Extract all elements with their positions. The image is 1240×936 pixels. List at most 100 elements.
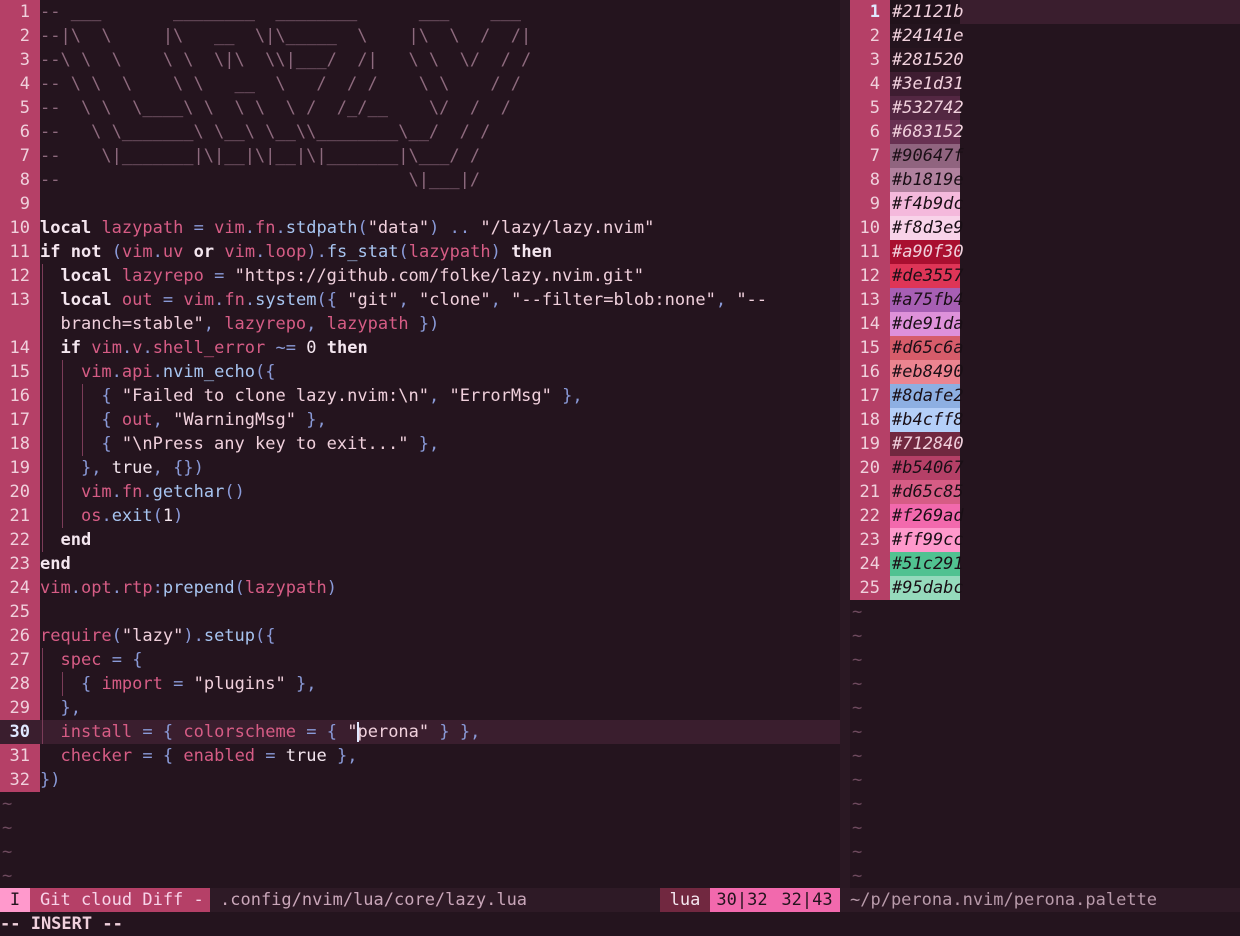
- palette-color-swatch[interactable]: #a75fb4: [890, 288, 964, 312]
- palette-line-number: 16: [850, 360, 890, 384]
- line-number: 3: [0, 48, 40, 72]
- line-number: 2: [0, 24, 40, 48]
- command-line[interactable]: -- INSERT --: [0, 912, 1240, 936]
- code-line[interactable]: { import = "plugins" },: [40, 672, 840, 696]
- palette-color-swatch[interactable]: #de3557: [890, 264, 964, 288]
- palette-line-number: 18: [850, 408, 890, 432]
- indent-guide: [42, 264, 43, 552]
- line-number: 26: [0, 624, 40, 648]
- code-line[interactable]: vim.api.nvim_echo({: [40, 360, 840, 384]
- code-line[interactable]: local out = vim.fn.system({ "git", "clon…: [40, 288, 840, 312]
- palette-color-swatch[interactable]: #d65c85: [890, 480, 964, 504]
- palette-file-path: ~/p/perona.nvim/perona.palette: [850, 890, 1158, 910]
- code-line[interactable]: local lazypath = vim.fn.stdpath("data") …: [40, 216, 840, 240]
- palette-color-swatch[interactable]: #d65c6a: [890, 336, 964, 360]
- palette-line-number: 12: [850, 264, 890, 288]
- palette-color-swatch[interactable]: #24141e: [890, 24, 964, 48]
- code-line[interactable]: os.exit(1): [40, 504, 840, 528]
- code-line[interactable]: local lazyrepo = "https://github.com/fol…: [40, 264, 840, 288]
- palette-color-swatch[interactable]: #b4cff8: [890, 408, 964, 432]
- ascii-banner-line[interactable]: -- \ \ \____\ \ \ \ \ / /_/__ \/ / /: [40, 96, 840, 120]
- palette-color-swatch[interactable]: #de91da: [890, 312, 964, 336]
- palette-color-swatch[interactable]: #8dafe2: [890, 384, 964, 408]
- palette-color-swatch[interactable]: #b1819e: [890, 168, 964, 192]
- palette-color-swatch[interactable]: #21121b: [890, 0, 964, 24]
- code-line[interactable]: { "\nPress any key to exit..." },: [40, 432, 840, 456]
- cursor-position-total: 32|43: [774, 888, 840, 912]
- palette-line-number: 17: [850, 384, 890, 408]
- palette-line-number: 1: [850, 0, 890, 24]
- palette-color-swatch[interactable]: #b54067: [890, 456, 964, 480]
- palette-line-number: 15: [850, 336, 890, 360]
- code-line[interactable]: vim.opt.rtp:prepend(lazypath): [40, 576, 840, 600]
- palette-color-swatch[interactable]: #ff99cc: [890, 528, 964, 552]
- line-number: 24: [0, 576, 40, 600]
- palette-line-number: 14: [850, 312, 890, 336]
- ascii-banner-line[interactable]: -- \ \_______\ \__\ \__\\________\__/ / …: [40, 120, 840, 144]
- code-line[interactable]: if not (vim.uv or vim.loop).fs_stat(lazy…: [40, 240, 840, 264]
- palette-color-swatch[interactable]: #712840: [890, 432, 964, 456]
- code-line[interactable]: install = { colorscheme = { "perona" } }…: [40, 720, 840, 744]
- palette-color-swatch[interactable]: #532742: [890, 96, 964, 120]
- code-line[interactable]: vim.fn.getchar(): [40, 480, 840, 504]
- ascii-banner-line[interactable]: --\ \ \ \ \ \|\ \\|___/ /| \ \ \/ / /: [40, 48, 840, 72]
- code-line[interactable]: spec = {: [40, 648, 840, 672]
- palette-color-swatch[interactable]: #51c291: [890, 552, 964, 576]
- ascii-banner-line[interactable]: -- ___ ________ ________ ___ ___: [40, 0, 840, 24]
- line-number: 14: [0, 336, 40, 360]
- palette-color-swatch[interactable]: #3e1d31: [890, 72, 964, 96]
- empty-line-tilde: ~: [852, 842, 863, 862]
- palette-color-swatch[interactable]: #90647f: [890, 144, 964, 168]
- ascii-banner-line[interactable]: -- \ \ \ \ \ __ \ / / / \ \ / /: [40, 72, 840, 96]
- ascii-banner-line[interactable]: -- \|_______|\|__|\|__|\|_______|\___/ /: [40, 144, 840, 168]
- line-number: 25: [0, 600, 40, 624]
- palette-color-swatch[interactable]: #f4b9dc: [890, 192, 964, 216]
- code-line[interactable]: [40, 600, 840, 624]
- palette-line-number: 25: [850, 576, 890, 600]
- ascii-banner-line[interactable]: -- \|___|/: [40, 168, 840, 192]
- code-line[interactable]: if vim.v.shell_error ~= 0 then: [40, 336, 840, 360]
- palette-color-swatch[interactable]: #eb8490: [890, 360, 964, 384]
- line-number: 28: [0, 672, 40, 696]
- palette-color-swatch[interactable]: #a90f30: [890, 240, 964, 264]
- palette-color-swatch[interactable]: #95dabc: [890, 576, 964, 600]
- filetype-indicator: lua: [660, 888, 710, 912]
- line-number: 11: [0, 240, 40, 264]
- code-line[interactable]: }, true, {}): [40, 456, 840, 480]
- code-line[interactable]: branch=stable", lazyrepo, lazypath }): [40, 312, 840, 336]
- line-number: 16: [0, 384, 40, 408]
- line-number: 7: [0, 144, 40, 168]
- line-number: 8: [0, 168, 40, 192]
- palette-color-swatch[interactable]: #f8d3e9: [890, 216, 964, 240]
- code-line[interactable]: end: [40, 528, 840, 552]
- code-line[interactable]: checker = { enabled = true },: [40, 744, 840, 768]
- line-number: 15: [0, 360, 40, 384]
- palette-line-number: 9: [850, 192, 890, 216]
- code-line[interactable]: }): [40, 768, 840, 792]
- line-number: 23: [0, 552, 40, 576]
- empty-line-tilde: ~: [2, 866, 13, 886]
- empty-line-tilde: ~: [852, 674, 863, 694]
- line-number: 31: [0, 744, 40, 768]
- line-number: 9: [0, 192, 40, 216]
- palette-line-number: 20: [850, 456, 890, 480]
- code-line[interactable]: require("lazy").setup({: [40, 624, 840, 648]
- code-line[interactable]: [40, 192, 840, 216]
- code-line[interactable]: },: [40, 696, 840, 720]
- palette-line-number: 23: [850, 528, 890, 552]
- indent-guide: [82, 384, 83, 456]
- window-separator[interactable]: [840, 0, 850, 888]
- file-path: .config/nvim/lua/core/lazy.lua: [220, 890, 528, 910]
- line-number: 12: [0, 264, 40, 288]
- code-line[interactable]: { out, "WarningMsg" },: [40, 408, 840, 432]
- line-number: 10: [0, 216, 40, 240]
- empty-line-tilde: ~: [852, 602, 863, 622]
- code-line[interactable]: { "Failed to clone lazy.nvim:\n", "Error…: [40, 384, 840, 408]
- line-number: 27: [0, 648, 40, 672]
- code-line[interactable]: end: [40, 552, 840, 576]
- ascii-banner-line[interactable]: --|\ \ |\ __ \|\_____ \ |\ \ / /|: [40, 24, 840, 48]
- palette-color-swatch[interactable]: #281520: [890, 48, 964, 72]
- palette-color-swatch[interactable]: #f269ad: [890, 504, 964, 528]
- palette-color-swatch[interactable]: #683152: [890, 120, 964, 144]
- empty-line-tilde: ~: [852, 698, 863, 718]
